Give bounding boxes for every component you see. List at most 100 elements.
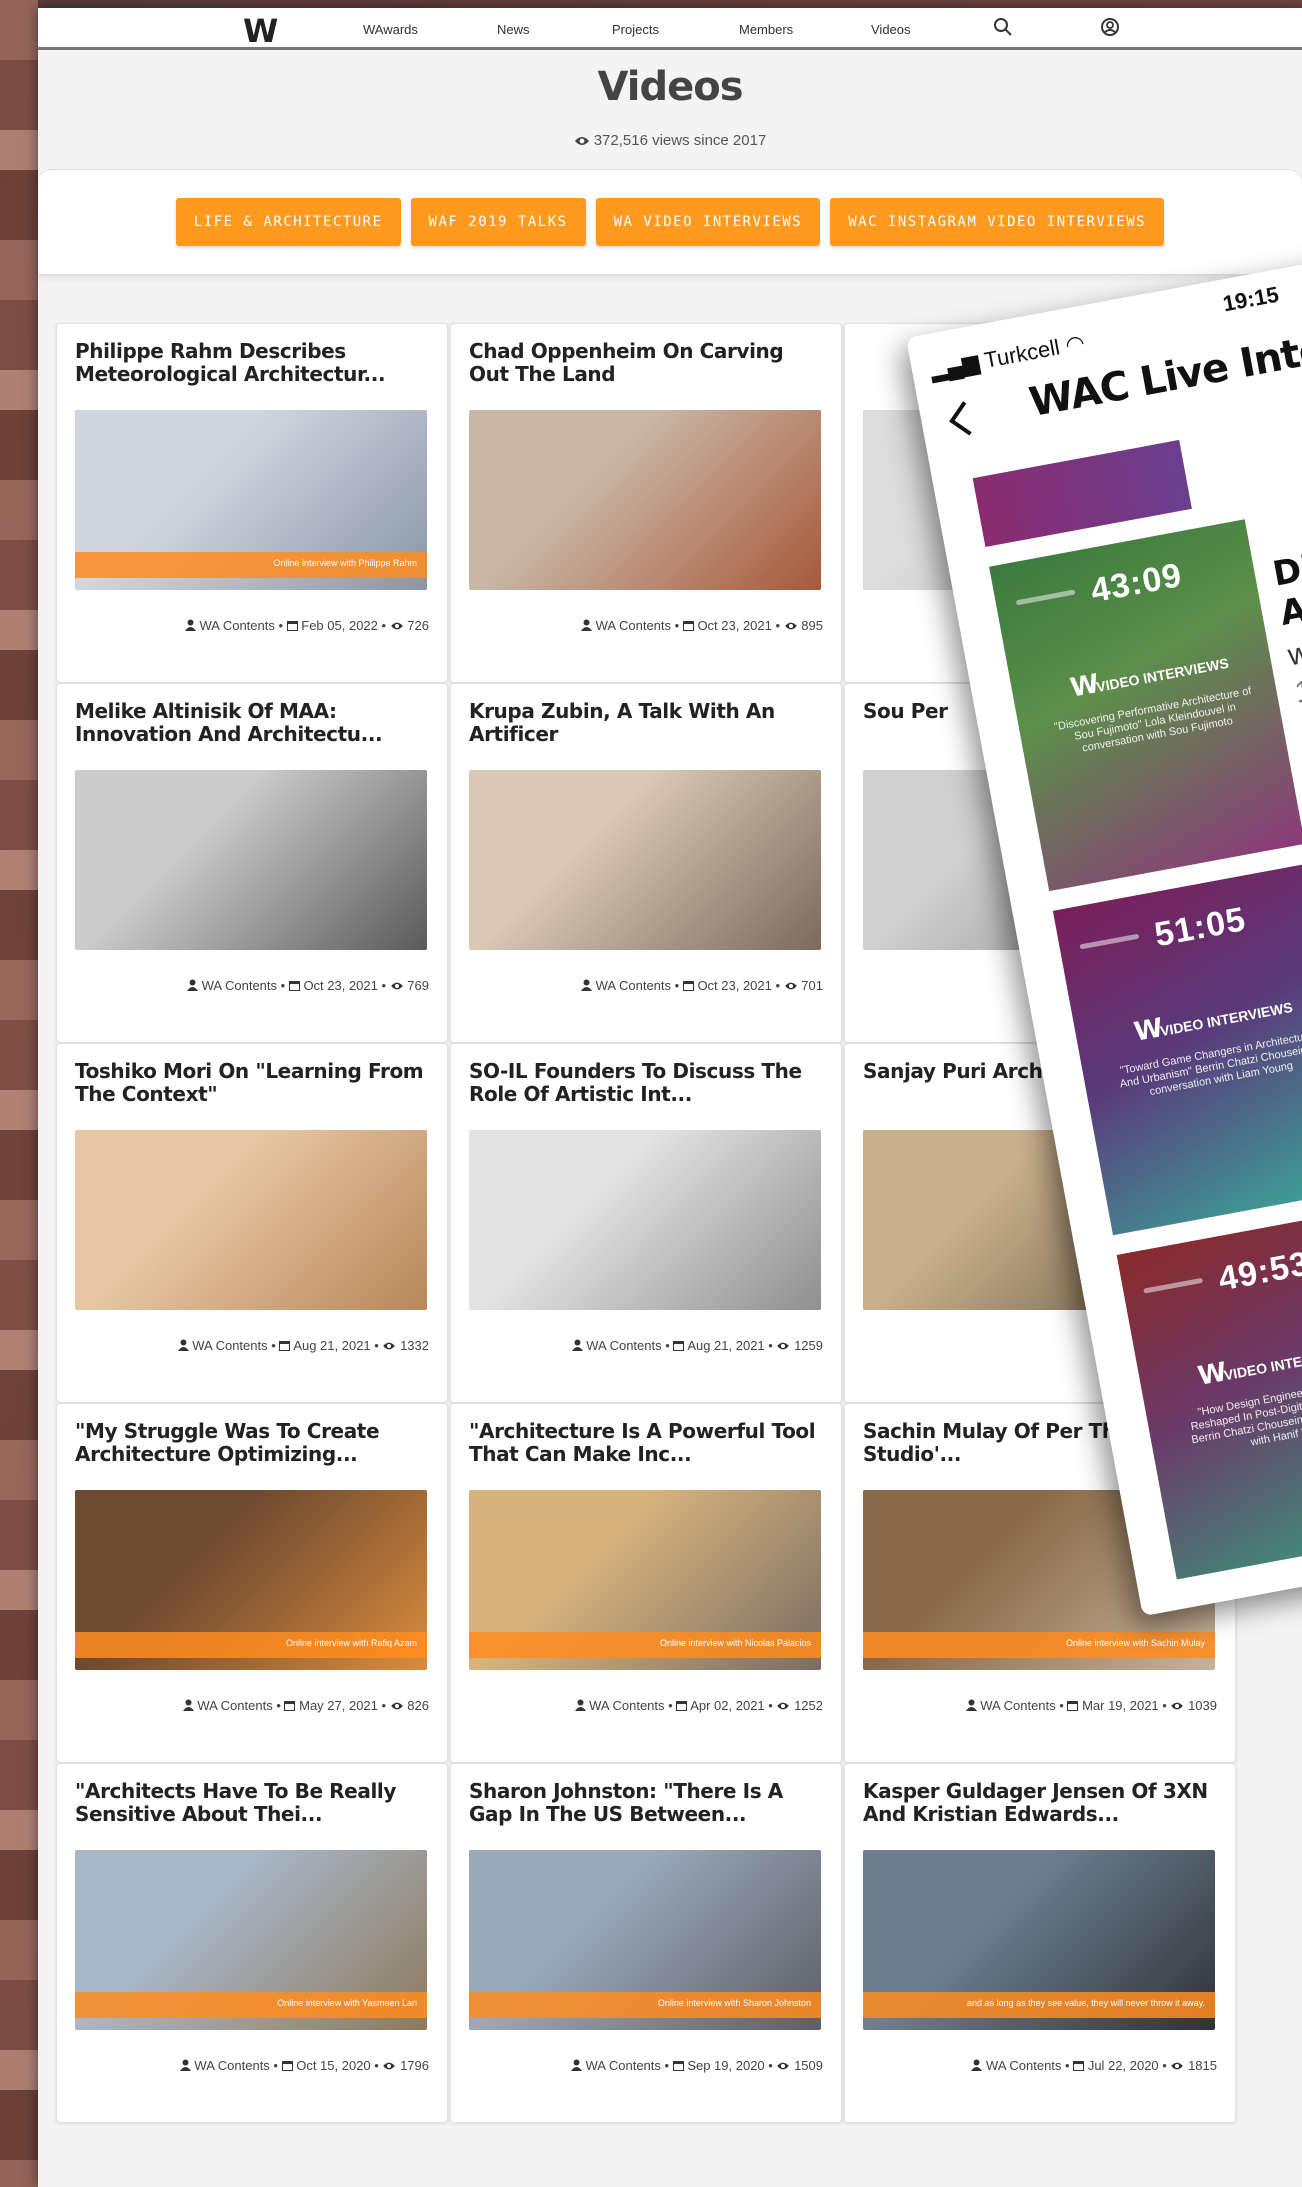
video-date: May 27, 2021 [299, 1698, 378, 1713]
eye-icon [1171, 2062, 1184, 2070]
video-date: Aug 21, 2021 [687, 1338, 765, 1353]
video-card[interactable]: Toshiko Mori On "Learning From The Conte… [56, 1043, 448, 1403]
phone-video-thumbnail[interactable]: 49:53 WVIDEO INTERVIEWS "How Design Engine… [1116, 1207, 1302, 1580]
video-views: 726 [407, 618, 429, 633]
eye-icon [383, 2062, 396, 2070]
video-card[interactable]: Chad Oppenheim On Carving Out The Land W… [450, 323, 842, 683]
video-card-title[interactable]: Krupa Zubin, A Talk With An Artificer [469, 700, 823, 746]
video-thumbnail-partial[interactable] [972, 439, 1192, 548]
video-date: Jul 22, 2020 [1087, 2058, 1159, 2073]
video-author: WA Contents [586, 1338, 662, 1353]
video-thumbnail[interactable] [469, 410, 821, 590]
video-date: Oct 23, 2021 [697, 618, 772, 633]
interview-caption: Online interview with Sachin Mulay [1065, 1638, 1205, 1648]
background-photo-strip [0, 0, 38, 2187]
video-card-title[interactable]: Melike Altinisik Of MAA: Innovation And … [75, 700, 429, 746]
video-card[interactable]: "My Struggle Was To Create Architecture … [56, 1403, 448, 1763]
calendar-icon [682, 981, 694, 991]
tab-life-architecture[interactable]: LIFE & ARCHITECTURE [175, 198, 401, 246]
video-card-title[interactable]: "Architects Have To Be Really Sensitive … [75, 1780, 429, 1826]
video-views: 1259 [794, 1338, 823, 1353]
video-meta: WA Contents • Oct 23, 2021 • 701 [451, 978, 823, 993]
nav-news[interactable]: News [497, 22, 530, 37]
video-card[interactable]: "Architects Have To Be Really Sensitive … [56, 1763, 448, 2123]
wifi-icon: ◠ [1063, 329, 1087, 358]
video-card-title[interactable]: Kasper Guldager Jensen Of 3XN And Kristi… [863, 1780, 1217, 1826]
video-card-title[interactable]: Philippe Rahm Describes Meteorological A… [75, 340, 429, 386]
video-thumbnail[interactable]: and as long as they see value, they will… [863, 1850, 1215, 2030]
tab-wa-video-interviews[interactable]: WA VIDEO INTERVIEWS [595, 198, 821, 246]
eye-icon [390, 622, 403, 630]
video-views: 701 [801, 978, 823, 993]
video-thumbnail[interactable]: Online interview with Yasmeen Lari [75, 1850, 427, 2030]
video-card[interactable]: Melike Altinisik Of MAA: Innovation And … [56, 683, 448, 1043]
user-icon [570, 2059, 582, 2071]
nav-projects[interactable]: Projects [612, 22, 659, 37]
nav-members[interactable]: Members [739, 22, 793, 37]
video-card[interactable]: Kasper Guldager Jensen Of 3XN And Kristi… [844, 1763, 1236, 2123]
video-author: WA Contents [192, 1338, 268, 1353]
interview-caption: and as long as they see value, they will… [967, 1998, 1205, 2008]
search-icon[interactable] [993, 17, 1013, 42]
video-card-title[interactable]: SO-IL Founders To Discuss The Role Of Ar… [469, 1060, 823, 1106]
browser-page: W WAwards News Projects Members Videos V… [38, 8, 1302, 2187]
video-views: 826 [407, 1698, 429, 1713]
video-card-title[interactable]: Chad Oppenheim On Carving Out The Land [469, 340, 823, 386]
video-author: WA Contents [199, 618, 275, 633]
eye-icon [777, 1342, 790, 1350]
user-icon [574, 1699, 586, 1711]
video-card[interactable]: Krupa Zubin, A Talk With An Artificer WA… [450, 683, 842, 1043]
wa-logo[interactable]: W [243, 12, 278, 50]
phone-video-thumbnail[interactable]: 43:09 WVIDEO INTERVIEWS "Discovering Perfo… [989, 519, 1302, 892]
video-author: WA Contents [589, 1698, 665, 1713]
video-card-title[interactable]: "Architecture Is A Powerful Tool That Ca… [469, 1420, 823, 1466]
video-card[interactable]: Sharon Johnston: "There Is A Gap In The … [450, 1763, 842, 2123]
video-views: 769 [407, 978, 429, 993]
badge-label: VIDEO INTERVIEWS [1222, 1343, 1302, 1384]
phone-video-thumbnail[interactable]: 51:05 WVIDEO INTERVIEWS "Toward Game Chang… [1052, 863, 1302, 1236]
video-interviews-badge: WVIDEO INTERVIEWS [1196, 1333, 1302, 1392]
video-thumbnail[interactable] [75, 770, 427, 950]
video-author: WA Contents [595, 978, 672, 993]
video-card[interactable]: "Architecture Is A Powerful Tool That Ca… [450, 1403, 842, 1763]
video-thumbnail[interactable] [75, 1130, 427, 1310]
video-date: Oct 15, 2020 [296, 2058, 371, 2073]
eye-icon [390, 982, 403, 990]
user-icon [971, 2059, 983, 2071]
video-author: WA Contents [980, 1698, 1056, 1713]
total-views: 372,516 views since 2017 [38, 132, 1302, 149]
video-card[interactable]: SO-IL Founders To Discuss The Role Of Ar… [450, 1043, 842, 1403]
nav-wawards[interactable]: WAwards [363, 22, 418, 37]
video-card-title[interactable]: Sharon Johnston: "There Is A Gap In The … [469, 1780, 823, 1826]
interview-caption: Online interview with Philippe Rahm [273, 558, 417, 568]
user-icon [581, 619, 593, 631]
video-thumbnail[interactable] [469, 1130, 821, 1310]
eye-icon [784, 982, 797, 990]
video-author: WA Contents [194, 2058, 270, 2073]
user-account-icon[interactable] [1100, 17, 1120, 42]
video-meta: WA Contents • Apr 02, 2021 • 1252 [451, 1698, 823, 1713]
video-meta: WA Contents • Feb 05, 2022 • 726 [57, 618, 429, 633]
calendar-icon [1067, 1701, 1079, 1711]
video-thumbnail[interactable]: Online interview with Rafiq Azam [75, 1490, 427, 1670]
video-card-title[interactable]: Toshiko Mori On "Learning From The Conte… [75, 1060, 429, 1106]
video-thumbnail[interactable]: Online interview with Philippe Rahm [75, 410, 427, 590]
tab-waf-2019-talks[interactable]: WAF 2019 TALKS [410, 198, 586, 246]
progress-bar [1143, 1277, 1204, 1294]
video-views: 1332 [400, 1338, 429, 1353]
video-card-title[interactable]: "My Struggle Was To Create Architecture … [75, 1420, 429, 1466]
video-author: WA Contents [201, 978, 278, 993]
calendar-icon [281, 2061, 293, 2071]
video-thumbnail[interactable]: Online interview with Sharon Johnston [469, 1850, 821, 2030]
eye-icon [777, 1702, 790, 1710]
video-author: WA Contents [595, 618, 672, 633]
video-thumbnail[interactable] [469, 770, 821, 950]
video-card[interactable]: Philippe Rahm Describes Meteorological A… [56, 323, 448, 683]
user-icon [182, 1699, 194, 1711]
video-thumbnail[interactable]: Online interview with Nicolas Palacios [469, 1490, 821, 1670]
video-meta: WA Contents • Aug 21, 2021 • 1332 [57, 1338, 429, 1353]
back-arrow-icon[interactable] [942, 398, 976, 447]
nav-videos[interactable]: Videos [871, 22, 911, 37]
tab-wac-instagram-video-interviews[interactable]: WAC INSTAGRAM VIDEO INTERVIEWS [830, 198, 1165, 246]
eye-icon [777, 2062, 790, 2070]
